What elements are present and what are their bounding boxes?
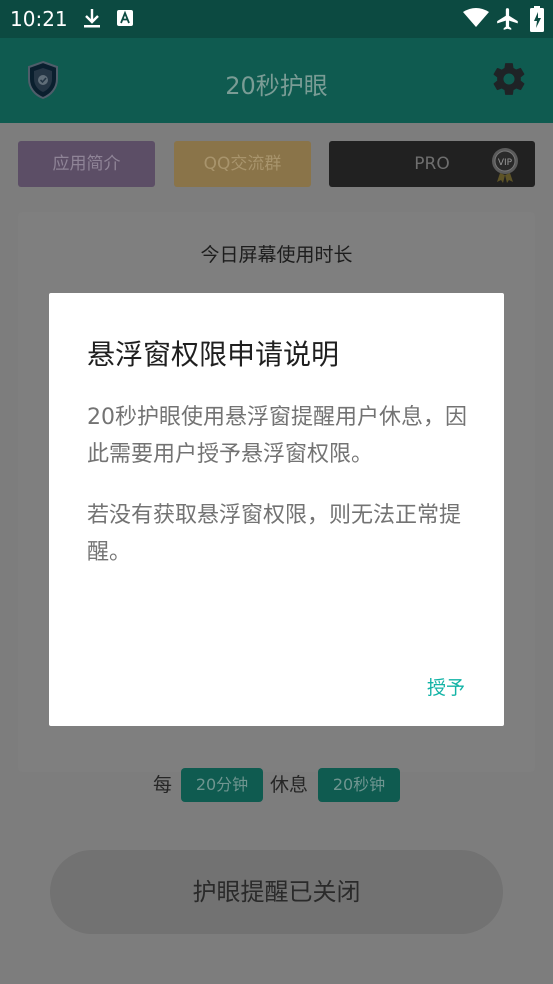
dialog-title: 悬浮窗权限申请说明 (87, 338, 340, 371)
rest-label: 休息 (270, 774, 309, 796)
work-interval-chip[interactable]: 20分钟 (181, 768, 263, 802)
gear-icon[interactable] (490, 60, 528, 102)
app-bar: 20秒护眼 (0, 38, 553, 123)
download-icon (82, 6, 102, 34)
reminder-toggle-button[interactable]: 护眼提醒已关闭 (50, 850, 503, 934)
app-intro-button[interactable]: 应用简介 (18, 141, 155, 187)
pro-label: PRO (414, 154, 450, 174)
permission-dialog: 悬浮窗权限申请说明 20秒护眼使用悬浮窗提醒用户休息，因此需要用户授予悬浮窗权限… (49, 293, 504, 726)
qq-group-button[interactable]: QQ交流群 (174, 141, 311, 187)
svg-text:VIP: VIP (498, 158, 513, 168)
battery-icon (530, 6, 544, 36)
grant-button[interactable]: 授予 (427, 673, 465, 700)
app-notification-icon (116, 9, 134, 31)
screen-time-title: 今日屏幕使用时长 (200, 244, 353, 266)
dialog-message-paragraph: 20秒护眼使用悬浮窗提醒用户休息，因此需要用户授予悬浮窗权限。 (87, 405, 467, 467)
every-label: 每 (153, 774, 173, 796)
dialog-message-paragraph: 若没有获取悬浮窗权限，则无法正常提醒。 (87, 503, 462, 565)
page-title: 20秒护眼 (225, 72, 328, 100)
status-bar: 10:21 (0, 0, 553, 38)
rest-duration-chip[interactable]: 20秒钟 (318, 768, 400, 802)
dialog-message: 20秒护眼使用悬浮窗提醒用户休息，因此需要用户授予悬浮窗权限。 若没有获取悬浮窗… (87, 399, 467, 595)
vip-badge-icon: VIP (491, 147, 519, 201)
pro-button[interactable]: PRO VIP (329, 141, 535, 187)
status-time: 10:21 (10, 7, 68, 31)
wifi-icon (463, 8, 489, 32)
airplane-mode-icon (495, 6, 521, 36)
